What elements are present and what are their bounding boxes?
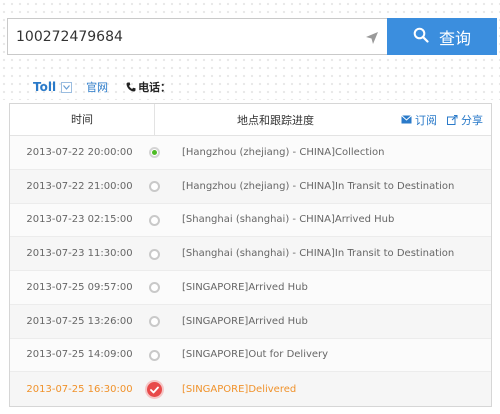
row-status: [Shanghai (shanghai) - CHINA]In Transit … bbox=[182, 248, 455, 260]
search-bar: 查询 bbox=[7, 18, 497, 55]
row-status: [SINGAPORE]Arrived Hub bbox=[182, 315, 308, 327]
search-button[interactable]: 查询 bbox=[387, 18, 497, 55]
phone-label: 电话： bbox=[126, 79, 171, 95]
table-row: 2013-07-23 02:15:00 [Shanghai (shanghai)… bbox=[10, 203, 491, 238]
column-header-location: 地点和跟踪进度 bbox=[237, 113, 314, 127]
envelope-icon bbox=[401, 115, 412, 124]
search-input-wrapper bbox=[7, 18, 387, 55]
row-time: 2013-07-25 13:26:00 bbox=[26, 315, 133, 327]
share-button[interactable]: 分享 bbox=[447, 112, 483, 128]
carrier-name: Toll bbox=[33, 80, 57, 94]
row-status: [SINGAPORE]Arrived Hub bbox=[182, 281, 308, 293]
table-header: 时间 地点和跟踪进度 订阅 分享 bbox=[10, 104, 491, 136]
timeline-node-icon bbox=[149, 248, 160, 260]
row-status: [SINGAPORE]Out for Delivery bbox=[182, 349, 329, 361]
table-row: 2013-07-22 20:00:00 [Hangzhou (zhejiang)… bbox=[10, 136, 491, 170]
share-icon bbox=[447, 114, 458, 125]
table-actions: 订阅 分享 bbox=[401, 112, 491, 128]
tracking-rows: 2013-07-22 20:00:00 [Hangzhou (zhejiang)… bbox=[10, 136, 491, 406]
carrier-dropdown-toggle[interactable] bbox=[61, 81, 73, 93]
search-button-label: 查询 bbox=[438, 28, 471, 48]
subscribe-button[interactable]: 订阅 bbox=[401, 112, 437, 128]
table-row: 2013-07-22 21:00:00 [Hangzhou (zhejiang)… bbox=[10, 169, 491, 204]
column-header-time: 时间 bbox=[10, 104, 155, 135]
row-status: [Shanghai (shanghai) - CHINA]Arrived Hub bbox=[182, 214, 395, 226]
delivered-check-icon bbox=[147, 382, 162, 398]
row-time: 2013-07-23 02:15:00 bbox=[26, 214, 133, 226]
carrier-info-row: Toll 官网 电话： bbox=[33, 79, 171, 95]
row-status: [Hangzhou (zhejiang) - CHINA]Collection bbox=[182, 146, 385, 158]
row-status: [Hangzhou (zhejiang) - CHINA]In Transit … bbox=[182, 180, 455, 192]
share-label: 分享 bbox=[461, 113, 483, 127]
timeline-node-icon bbox=[149, 214, 160, 226]
table-row: 2013-07-25 14:09:00 [SINGAPORE]Out for D… bbox=[10, 338, 491, 373]
table-row: 2013-07-25 09:57:00 [SINGAPORE]Arrived H… bbox=[10, 271, 491, 305]
tracking-table: 时间 地点和跟踪进度 订阅 分享 2013-07-22 20:00:00 [Ha… bbox=[9, 103, 492, 407]
tracking-number-input[interactable] bbox=[8, 19, 387, 54]
search-icon bbox=[413, 27, 429, 47]
table-row: 2013-07-25 13:26:00 [SINGAPORE]Arrived H… bbox=[10, 304, 491, 339]
table-row-delivered: 2013-07-25 16:30:00 [SINGAPORE]Delivered bbox=[10, 372, 491, 406]
row-time: 2013-07-25 09:57:00 bbox=[26, 281, 133, 293]
official-site-link[interactable]: 官网 bbox=[86, 79, 108, 95]
row-time: 2013-07-25 14:09:00 bbox=[26, 349, 133, 361]
row-time: 2013-07-25 16:30:00 bbox=[26, 383, 133, 395]
row-time: 2013-07-23 11:30:00 bbox=[26, 248, 133, 260]
phone-label-text: 电话： bbox=[138, 81, 172, 94]
table-row: 2013-07-23 11:30:00 [Shanghai (shanghai)… bbox=[10, 237, 491, 271]
row-time: 2013-07-22 21:00:00 bbox=[26, 180, 133, 192]
chevron-down-icon bbox=[63, 84, 71, 90]
row-time: 2013-07-22 20:00:00 bbox=[26, 146, 133, 158]
row-status: [SINGAPORE]Delivered bbox=[182, 383, 297, 395]
subscribe-label: 订阅 bbox=[415, 113, 437, 127]
locate-arrow-icon[interactable] bbox=[365, 30, 379, 44]
timeline-node-icon bbox=[149, 349, 160, 361]
phone-icon bbox=[126, 82, 136, 92]
